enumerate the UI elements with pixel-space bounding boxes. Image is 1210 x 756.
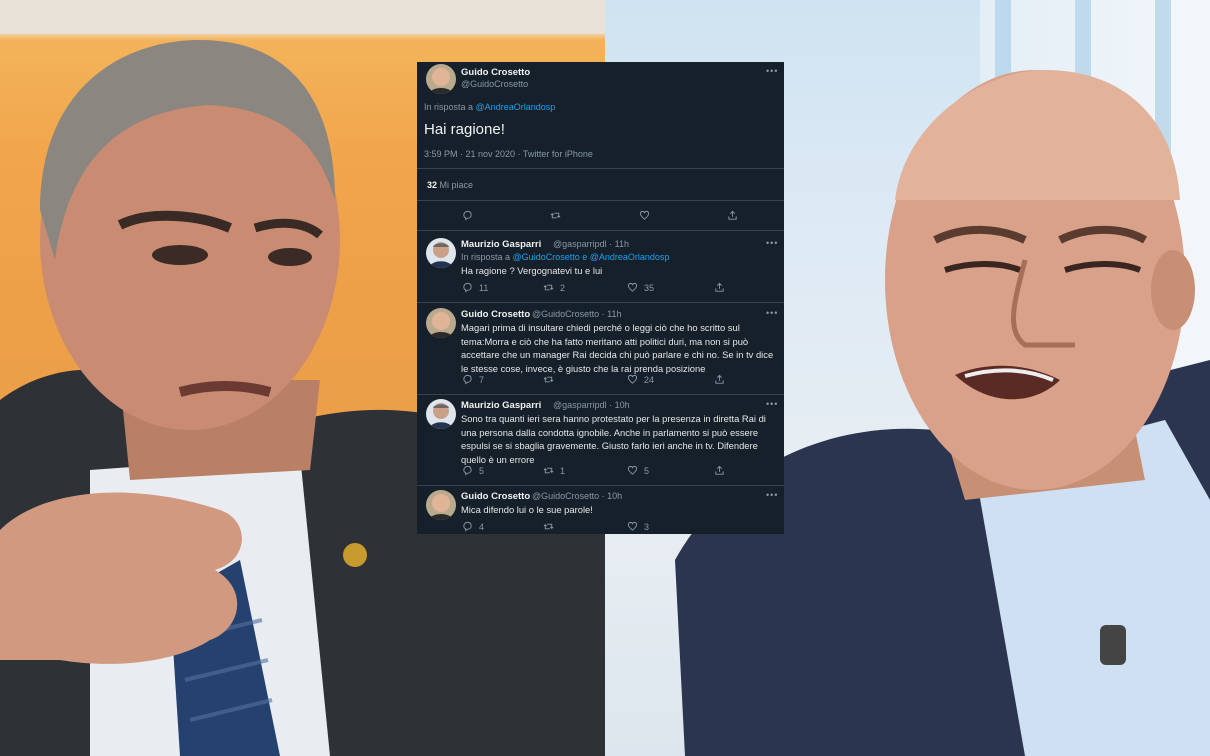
avatar[interactable]: [426, 399, 456, 429]
share-icon: [715, 374, 724, 384]
more-options-icon[interactable]: •••: [766, 490, 778, 500]
share-icon: [715, 465, 724, 475]
tweet-text: Ha ragione ? Vergognatevi tu e lui: [461, 265, 603, 276]
heart-icon: [627, 521, 638, 531]
reply-count: 4: [479, 521, 485, 532]
tweet-text: Sono tra quanti ieri sera hanno protesta…: [461, 413, 766, 465]
share-button[interactable]: [714, 374, 725, 385]
retweet-icon: [543, 467, 554, 474]
likes-label: Mi piace: [439, 180, 474, 190]
share-button[interactable]: [714, 282, 725, 293]
retweet-button[interactable]: [543, 374, 554, 385]
author-name[interactable]: Maurizio Gasparri: [461, 239, 541, 250]
avatar[interactable]: [426, 308, 456, 338]
author-handle[interactable]: @gasparripdl · 10h: [553, 400, 630, 410]
reply-icon: [463, 465, 472, 476]
author-handle[interactable]: @gasparripdl · 11h: [553, 239, 629, 249]
more-options-icon[interactable]: •••: [766, 308, 778, 318]
retweet-icon: [543, 523, 554, 530]
reply-icon: [463, 374, 472, 385]
avatar[interactable]: [426, 64, 456, 94]
reply-button[interactable]: 5: [462, 465, 484, 476]
tweet-text: Magari prima di insultare chiedi perché …: [461, 322, 774, 374]
reply-button[interactable]: 4: [462, 521, 484, 532]
reply-icon: [463, 210, 472, 221]
likes-count: 32: [427, 180, 438, 190]
retweet-count: 1: [560, 465, 566, 476]
tweet-text: Mica difendo lui o le sue parole!: [461, 504, 593, 515]
divider: [417, 302, 784, 303]
divider: [417, 200, 784, 201]
reply-prefix: In risposta a: [424, 102, 474, 112]
like-button[interactable]: 3: [627, 521, 649, 532]
retweet-button[interactable]: [543, 521, 554, 532]
author-name[interactable]: Maurizio Gasparri: [461, 400, 541, 411]
like-count: 5: [644, 465, 650, 476]
tweet-text: Hai ragione!: [424, 121, 505, 138]
tweet-timestamp[interactable]: 3:59 PM · 21 nov 2020 · Twitter for iPho…: [424, 149, 593, 159]
like-button[interactable]: 35: [627, 282, 654, 293]
more-options-icon[interactable]: •••: [766, 238, 778, 248]
divider: [417, 394, 784, 395]
avatar[interactable]: [426, 490, 456, 520]
retweet-icon: [543, 284, 554, 291]
reply-prefix: In risposta a: [461, 252, 511, 262]
likes-summary[interactable]: 32 Mi piace: [427, 180, 473, 190]
reply-to-link[interactable]: @AndreaOrlandosp: [476, 102, 556, 112]
like-count: 24: [644, 374, 655, 385]
retweet-button[interactable]: 1: [543, 465, 565, 476]
tweet-thread-card: Guido Crosetto @GuidoCrosetto ••• In ris…: [417, 62, 784, 534]
more-options-icon[interactable]: •••: [766, 66, 778, 76]
author-name[interactable]: Guido Crosetto: [461, 491, 530, 502]
retweet-count: 2: [560, 282, 566, 293]
reply-to-link[interactable]: @GuidoCrosetto e @AndreaOrlandosp: [513, 252, 670, 262]
like-button[interactable]: 24: [627, 374, 654, 385]
reply-button[interactable]: 11: [462, 282, 488, 293]
reply-button[interactable]: 7: [462, 374, 484, 385]
like-button[interactable]: 5: [627, 465, 649, 476]
share-icon: [715, 282, 724, 292]
heart-icon: [627, 282, 638, 292]
reply-count: 11: [479, 282, 489, 293]
like-count: 3: [644, 521, 650, 532]
divider: [417, 485, 784, 486]
author-name[interactable]: Guido Crosetto: [461, 67, 530, 78]
divider: [417, 230, 784, 231]
author-handle[interactable]: @GuidoCrosetto: [461, 79, 528, 89]
heart-icon: [639, 210, 650, 220]
author-handle[interactable]: @GuidoCrosetto · 10h: [532, 491, 622, 501]
reply-count: 7: [479, 374, 485, 385]
reply-button[interactable]: [462, 210, 473, 221]
retweet-button[interactable]: [550, 210, 561, 221]
retweet-icon: [543, 376, 554, 383]
more-options-icon[interactable]: •••: [766, 399, 778, 409]
like-count: 35: [644, 282, 655, 293]
avatar[interactable]: [426, 238, 456, 268]
reply-count: 5: [479, 465, 485, 476]
reply-context: In risposta a @GuidoCrosetto e @AndreaOr…: [461, 252, 669, 262]
retweet-icon: [550, 212, 561, 219]
share-icon: [728, 210, 737, 220]
heart-icon: [627, 465, 638, 475]
heart-icon: [627, 374, 638, 384]
retweet-button[interactable]: 2: [543, 282, 565, 293]
author-name[interactable]: Guido Crosetto: [461, 309, 530, 320]
author-handle[interactable]: @GuidoCrosetto · 11h: [532, 309, 622, 319]
share-button[interactable]: [714, 465, 725, 476]
reply-context: In risposta a @AndreaOrlandosp: [424, 102, 555, 112]
reply-icon: [463, 282, 472, 293]
divider: [417, 168, 784, 169]
share-button[interactable]: [727, 210, 738, 221]
like-button[interactable]: [639, 210, 650, 221]
reply-icon: [463, 521, 472, 532]
